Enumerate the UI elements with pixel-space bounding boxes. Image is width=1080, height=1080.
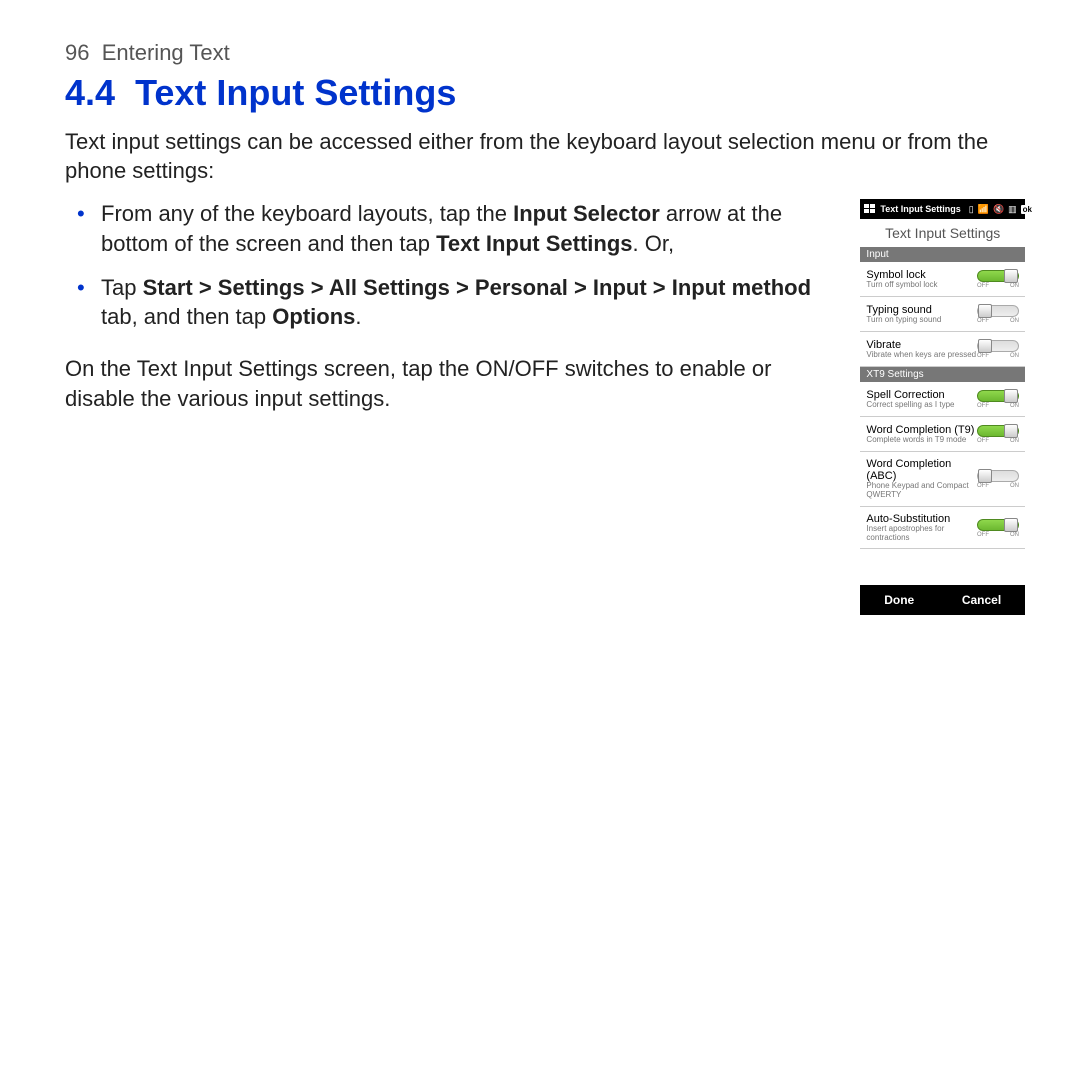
signal-icon: 📶 [978,204,989,215]
row-spell-correction[interactable]: Spell Correction Correct spelling as I t… [860,382,1025,417]
softkey-cancel[interactable]: Cancel [962,593,1001,607]
row-word-completion-t9[interactable]: Word Completion (T9) Complete words in T… [860,417,1025,452]
phone-blank-area [860,549,1025,585]
toggle-auto-substitution[interactable]: OFFON [977,517,1019,539]
toggle-word-completion-t9[interactable]: OFFON [977,423,1019,445]
toggle-typing-sound[interactable]: OFFON [977,303,1019,325]
windows-start-icon[interactable] [864,203,876,215]
softkey-done[interactable]: Done [884,593,914,607]
page-number: 96 [65,40,89,65]
chapter-title: Entering Text [102,40,230,65]
bullet-1: From any of the keyboard layouts, tap th… [65,199,832,258]
statusbar-title: Text Input Settings [880,204,960,214]
row-vibrate[interactable]: Vibrate Vibrate when keys are pressed OF… [860,332,1025,367]
battery-icon: ▥ [1008,204,1017,215]
toggle-spell-correction[interactable]: OFFON [977,388,1019,410]
screen-title: Text Input Settings [860,219,1025,247]
running-header: 96 Entering Text [65,40,1025,66]
speaker-icon: 🔇 [993,204,1004,215]
row-symbol-lock[interactable]: Symbol lock Turn off symbol lock OFFON [860,262,1025,297]
toggle-vibrate[interactable]: OFFON [977,338,1019,360]
edge-icon: ▯ [969,204,974,215]
row-title: Symbol lock [866,269,977,281]
phone-screenshot: Text Input Settings ▯ 📶 🔇 ▥ ok Text Inpu… [860,199,1025,615]
phone-softkey-bar: Done Cancel [860,585,1025,615]
section-number: 4.4 [65,72,115,113]
section-title: Text Input Settings [135,72,456,113]
toggle-word-completion-abc[interactable]: OFFON [977,468,1019,490]
bullet-2: Tap Start > Settings > All Settings > Pe… [65,273,832,332]
row-desc: Turn off symbol lock [866,281,977,290]
section-heading: 4.4 Text Input Settings [65,72,1025,114]
row-word-completion-abc[interactable]: Word Completion (ABC) Phone Keypad and C… [860,452,1025,507]
ok-button[interactable]: ok [1021,205,1034,214]
phone-statusbar: Text Input Settings ▯ 📶 🔇 ▥ ok [860,199,1025,219]
intro-paragraph: Text input settings can be accessed eith… [65,128,1025,185]
section-header-xt9: XT9 Settings [860,367,1025,382]
section-header-input: Input [860,247,1025,262]
row-typing-sound[interactable]: Typing sound Turn on typing sound OFFON [860,297,1025,332]
after-list-paragraph: On the Text Input Settings screen, tap t… [65,354,832,413]
toggle-symbol-lock[interactable]: OFFON [977,268,1019,290]
row-auto-substitution[interactable]: Auto-Substitution Insert apostrophes for… [860,507,1025,550]
